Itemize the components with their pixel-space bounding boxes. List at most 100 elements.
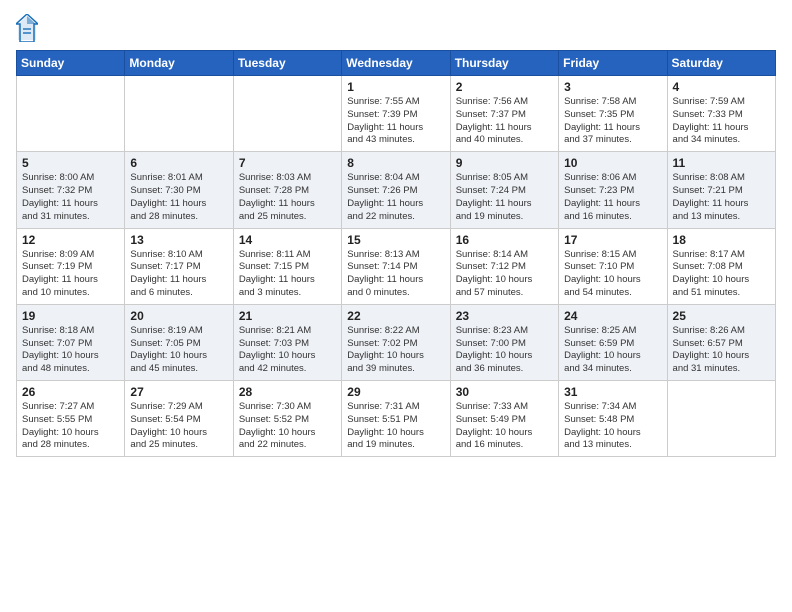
day-cell: 8 Sunrise: 8:04 AM Sunset: 7:26 PM Daylig…	[342, 152, 450, 228]
day-cell: 30 Sunrise: 7:33 AM Sunset: 5:49 PM Dayli…	[450, 381, 558, 457]
weekday-header-row: SundayMondayTuesdayWednesdayThursdayFrid…	[17, 51, 776, 76]
day-info: Sunrise: 8:10 AM Sunset: 7:17 PM Dayligh…	[130, 249, 227, 300]
day-number: 8	[347, 156, 444, 170]
day-info: Sunrise: 7:33 AM Sunset: 5:49 PM Dayligh…	[456, 401, 553, 452]
day-number: 26	[22, 385, 119, 399]
day-cell: 3 Sunrise: 7:58 AM Sunset: 7:35 PM Daylig…	[559, 76, 667, 152]
header	[16, 10, 776, 42]
day-number: 22	[347, 309, 444, 323]
day-info: Sunrise: 8:13 AM Sunset: 7:14 PM Dayligh…	[347, 249, 444, 300]
day-cell: 27Sunrise: 7:29 AM Sunset: 5:54 PM Dayli…	[125, 381, 233, 457]
day-number: 4	[673, 80, 770, 94]
day-info: Sunrise: 7:58 AM Sunset: 7:35 PM Dayligh…	[564, 96, 661, 147]
day-number: 3	[564, 80, 661, 94]
weekday-header-saturday: Saturday	[667, 51, 775, 76]
day-info: Sunrise: 7:30 AM Sunset: 5:52 PM Dayligh…	[239, 401, 336, 452]
day-number: 2	[456, 80, 553, 94]
day-cell	[125, 76, 233, 152]
day-info: Sunrise: 8:08 AM Sunset: 7:21 PM Dayligh…	[673, 172, 770, 223]
day-number: 1	[347, 80, 444, 94]
day-number: 6	[130, 156, 227, 170]
logo	[16, 14, 42, 42]
week-row-4: 19Sunrise: 8:18 AM Sunset: 7:07 PM Dayli…	[17, 304, 776, 380]
day-cell: 19Sunrise: 8:18 AM Sunset: 7:07 PM Dayli…	[17, 304, 125, 380]
day-number: 25	[673, 309, 770, 323]
day-cell: 5 Sunrise: 8:00 AM Sunset: 7:32 PM Daylig…	[17, 152, 125, 228]
day-info: Sunrise: 7:59 AM Sunset: 7:33 PM Dayligh…	[673, 96, 770, 147]
day-cell: 28 Sunrise: 7:30 AM Sunset: 5:52 PM Dayli…	[233, 381, 341, 457]
day-cell: 29 Sunrise: 7:31 AM Sunset: 5:51 PM Dayli…	[342, 381, 450, 457]
day-info: Sunrise: 7:27 AM Sunset: 5:55 PM Dayligh…	[22, 401, 119, 452]
day-cell: 10Sunrise: 8:06 AM Sunset: 7:23 PM Dayli…	[559, 152, 667, 228]
day-info: Sunrise: 8:26 AM Sunset: 6:57 PM Dayligh…	[673, 325, 770, 376]
weekday-header-thursday: Thursday	[450, 51, 558, 76]
weekday-header-friday: Friday	[559, 51, 667, 76]
day-cell	[17, 76, 125, 152]
day-cell: 14 Sunrise: 8:11 AM Sunset: 7:15 PM Dayli…	[233, 228, 341, 304]
day-cell: 26 Sunrise: 7:27 AM Sunset: 5:55 PM Dayli…	[17, 381, 125, 457]
day-cell: 31 Sunrise: 7:34 AM Sunset: 5:48 PM Dayli…	[559, 381, 667, 457]
day-cell: 7 Sunrise: 8:03 AM Sunset: 7:28 PM Daylig…	[233, 152, 341, 228]
day-info: Sunrise: 8:15 AM Sunset: 7:10 PM Dayligh…	[564, 249, 661, 300]
week-row-2: 5 Sunrise: 8:00 AM Sunset: 7:32 PM Daylig…	[17, 152, 776, 228]
day-info: Sunrise: 7:29 AM Sunset: 5:54 PM Dayligh…	[130, 401, 227, 452]
day-cell: 4 Sunrise: 7:59 AM Sunset: 7:33 PM Daylig…	[667, 76, 775, 152]
day-cell: 6Sunrise: 8:01 AM Sunset: 7:30 PM Daylig…	[125, 152, 233, 228]
day-cell: 2Sunrise: 7:56 AM Sunset: 7:37 PM Daylig…	[450, 76, 558, 152]
day-cell: 25 Sunrise: 8:26 AM Sunset: 6:57 PM Dayli…	[667, 304, 775, 380]
day-info: Sunrise: 8:05 AM Sunset: 7:24 PM Dayligh…	[456, 172, 553, 223]
day-number: 23	[456, 309, 553, 323]
day-cell: 15 Sunrise: 8:13 AM Sunset: 7:14 PM Dayli…	[342, 228, 450, 304]
day-number: 14	[239, 233, 336, 247]
day-cell	[667, 381, 775, 457]
day-cell: 22 Sunrise: 8:22 AM Sunset: 7:02 PM Dayli…	[342, 304, 450, 380]
day-number: 5	[22, 156, 119, 170]
day-number: 18	[673, 233, 770, 247]
day-cell: 21 Sunrise: 8:21 AM Sunset: 7:03 PM Dayli…	[233, 304, 341, 380]
day-number: 12	[22, 233, 119, 247]
day-info: Sunrise: 8:04 AM Sunset: 7:26 PM Dayligh…	[347, 172, 444, 223]
day-number: 21	[239, 309, 336, 323]
day-info: Sunrise: 8:21 AM Sunset: 7:03 PM Dayligh…	[239, 325, 336, 376]
day-info: Sunrise: 8:22 AM Sunset: 7:02 PM Dayligh…	[347, 325, 444, 376]
day-info: Sunrise: 8:17 AM Sunset: 7:08 PM Dayligh…	[673, 249, 770, 300]
day-number: 30	[456, 385, 553, 399]
logo-icon	[16, 14, 38, 42]
day-info: Sunrise: 8:18 AM Sunset: 7:07 PM Dayligh…	[22, 325, 119, 376]
day-info: Sunrise: 7:34 AM Sunset: 5:48 PM Dayligh…	[564, 401, 661, 452]
week-row-3: 12 Sunrise: 8:09 AM Sunset: 7:19 PM Dayli…	[17, 228, 776, 304]
day-cell: 16 Sunrise: 8:14 AM Sunset: 7:12 PM Dayli…	[450, 228, 558, 304]
day-info: Sunrise: 8:06 AM Sunset: 7:23 PM Dayligh…	[564, 172, 661, 223]
day-info: Sunrise: 8:23 AM Sunset: 7:00 PM Dayligh…	[456, 325, 553, 376]
day-cell: 1Sunrise: 7:55 AM Sunset: 7:39 PM Daylig…	[342, 76, 450, 152]
day-number: 20	[130, 309, 227, 323]
day-cell: 12 Sunrise: 8:09 AM Sunset: 7:19 PM Dayli…	[17, 228, 125, 304]
day-number: 17	[564, 233, 661, 247]
day-info: Sunrise: 8:25 AM Sunset: 6:59 PM Dayligh…	[564, 325, 661, 376]
day-number: 7	[239, 156, 336, 170]
day-number: 15	[347, 233, 444, 247]
day-number: 11	[673, 156, 770, 170]
day-info: Sunrise: 8:03 AM Sunset: 7:28 PM Dayligh…	[239, 172, 336, 223]
day-info: Sunrise: 8:19 AM Sunset: 7:05 PM Dayligh…	[130, 325, 227, 376]
day-info: Sunrise: 8:00 AM Sunset: 7:32 PM Dayligh…	[22, 172, 119, 223]
weekday-header-sunday: Sunday	[17, 51, 125, 76]
day-number: 31	[564, 385, 661, 399]
day-cell: 20 Sunrise: 8:19 AM Sunset: 7:05 PM Dayli…	[125, 304, 233, 380]
day-cell: 13Sunrise: 8:10 AM Sunset: 7:17 PM Dayli…	[125, 228, 233, 304]
page: SundayMondayTuesdayWednesdayThursdayFrid…	[0, 0, 792, 612]
day-cell: 18 Sunrise: 8:17 AM Sunset: 7:08 PM Dayli…	[667, 228, 775, 304]
weekday-header-tuesday: Tuesday	[233, 51, 341, 76]
week-row-1: 1Sunrise: 7:55 AM Sunset: 7:39 PM Daylig…	[17, 76, 776, 152]
day-info: Sunrise: 7:31 AM Sunset: 5:51 PM Dayligh…	[347, 401, 444, 452]
day-number: 16	[456, 233, 553, 247]
day-number: 28	[239, 385, 336, 399]
calendar: SundayMondayTuesdayWednesdayThursdayFrid…	[16, 50, 776, 457]
day-number: 29	[347, 385, 444, 399]
day-cell: 23 Sunrise: 8:23 AM Sunset: 7:00 PM Dayli…	[450, 304, 558, 380]
day-info: Sunrise: 8:09 AM Sunset: 7:19 PM Dayligh…	[22, 249, 119, 300]
weekday-header-wednesday: Wednesday	[342, 51, 450, 76]
day-info: Sunrise: 8:14 AM Sunset: 7:12 PM Dayligh…	[456, 249, 553, 300]
day-cell: 9Sunrise: 8:05 AM Sunset: 7:24 PM Daylig…	[450, 152, 558, 228]
day-info: Sunrise: 8:11 AM Sunset: 7:15 PM Dayligh…	[239, 249, 336, 300]
